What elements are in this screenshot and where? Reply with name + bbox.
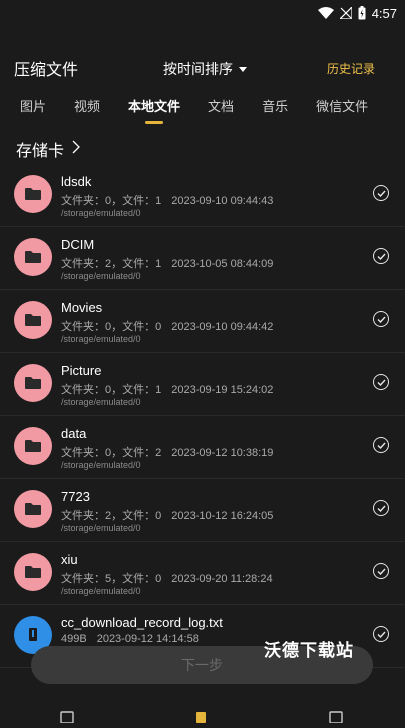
file-name: xiu (61, 552, 78, 567)
check-icon (377, 631, 386, 638)
file-size: 499B (61, 633, 87, 645)
breadcrumb-label: 存储卡 (16, 143, 65, 160)
file-counts: 文件夹：0，文件：1 (61, 195, 162, 207)
file-meta: 499B 2023-09-12 14:14:58 (61, 633, 199, 645)
battery-icon (358, 6, 366, 20)
signal-off-icon (339, 7, 352, 19)
caret-down-icon (239, 66, 247, 72)
file-meta: 文件夹：0，文件：2 2023-09-12 10:38:19 (61, 444, 273, 460)
file-meta: 文件夹：2，文件：0 2023-10-12 16:24:05 (61, 507, 273, 523)
file-meta: 文件夹：2，文件：1 2023-10-05 08:44:09 (61, 255, 273, 271)
folder-icon (14, 553, 52, 591)
file-date: 2023-09-20 11:28:24 (171, 573, 273, 585)
folder-icon (14, 364, 52, 402)
file-path: /storage/emulated/0 (61, 397, 141, 407)
file-date: 2023-09-19 15:24:02 (171, 384, 274, 396)
check-icon (377, 253, 386, 260)
document-icon[interactable] (60, 710, 76, 724)
list-item[interactable]: Picture 文件夹：0，文件：1 2023-09-19 15:24:02 /s… (0, 353, 405, 416)
folder-icon (14, 301, 52, 339)
tab-wechat-files[interactable]: 微信文件 (302, 96, 382, 126)
file-counts: 文件夹：0，文件：0 (61, 321, 162, 333)
sort-dropdown[interactable]: 按时间排序 (163, 59, 247, 79)
file-counts: 文件夹：5，文件：0 (61, 573, 162, 585)
file-counts: 文件夹：2，文件：1 (61, 258, 162, 270)
list-item[interactable]: ldsdk 文件夹：0，文件：1 2023-09-10 09:44:43 /sto… (0, 164, 405, 227)
file-path: /storage/emulated/0 (61, 586, 141, 596)
select-checkbox[interactable] (373, 185, 389, 201)
file-meta: 文件夹：0，文件：0 2023-09-10 09:44:42 (61, 318, 273, 334)
file-date: 2023-09-12 14:14:58 (96, 633, 199, 645)
folder-icon (14, 238, 52, 276)
select-checkbox[interactable] (373, 248, 389, 264)
list-item[interactable]: 7723 文件夹：2，文件：0 2023-10-12 16:24:05 /stor… (0, 479, 405, 542)
file-counts: 文件夹：0，文件：1 (61, 384, 162, 396)
file-name: cc_download_record_log.txt (61, 615, 223, 630)
breadcrumb[interactable]: 存储卡 (16, 137, 80, 161)
file-path: /storage/emulated/0 (61, 271, 141, 281)
file-name: Picture (61, 363, 102, 378)
sort-label: 按时间排序 (163, 61, 233, 77)
file-meta: 文件夹：5，文件：0 2023-09-20 11:28:24 (61, 570, 273, 586)
file-date: 2023-09-10 09:44:42 (171, 321, 274, 333)
list-item[interactable]: DCIM 文件夹：2，文件：1 2023-10-05 08:44:09 /stor… (0, 227, 405, 290)
history-button[interactable]: 历史记录 (327, 60, 375, 77)
file-date: 2023-10-05 08:44:09 (171, 258, 274, 270)
watermark-text: 沃德下载站 (264, 641, 354, 660)
file-date: 2023-09-10 09:44:43 (171, 195, 274, 207)
file-date: 2023-10-12 16:24:05 (171, 510, 274, 522)
chevron-right-icon (72, 140, 80, 159)
file-path: /storage/emulated/0 (61, 208, 141, 218)
list-item[interactable]: xiu 文件夹：5，文件：0 2023-09-20 11:28:24 /stora… (0, 542, 405, 605)
file-path: /storage/emulated/0 (61, 523, 141, 533)
check-icon (377, 442, 386, 449)
list-item[interactable]: Movies 文件夹：0，文件：0 2023-09-10 09:44:42 /st… (0, 290, 405, 353)
select-checkbox[interactable] (373, 311, 389, 327)
check-icon (377, 190, 386, 197)
file-name: data (61, 426, 87, 441)
tab-documents[interactable]: 文档 (194, 96, 248, 126)
tab-music[interactable]: 音乐 (248, 96, 302, 126)
header: 压缩文件 按时间排序 历史记录 (0, 52, 405, 84)
file-name: DCIM (61, 237, 95, 252)
folder-icon (14, 175, 52, 213)
file-meta: 文件夹：0，文件：1 2023-09-10 09:44:43 (61, 192, 273, 208)
file-counts: 文件夹：2，文件：0 (61, 510, 162, 522)
page-title: 压缩文件 (14, 62, 79, 79)
tab-bar: 图片 视频 本地文件 文档 音乐 微信文件 (0, 96, 405, 126)
file-list: ldsdk 文件夹：0，文件：1 2023-09-10 09:44:43 /sto… (0, 164, 405, 668)
folder-icon (14, 490, 52, 528)
select-checkbox[interactable] (373, 437, 389, 453)
file-date: 2023-09-12 10:38:19 (171, 447, 274, 459)
bottom-nav (0, 706, 405, 724)
file-name: 7723 (61, 489, 90, 504)
tab-local-files[interactable]: 本地文件 (114, 96, 194, 126)
check-icon (377, 505, 386, 512)
select-checkbox[interactable] (373, 500, 389, 516)
tab-videos[interactable]: 视频 (60, 96, 114, 126)
file-counts: 文件夹：0，文件：2 (61, 447, 162, 459)
file-name: Movies (61, 300, 103, 315)
status-time: 4:57 (371, 5, 397, 21)
file-path: /storage/emulated/0 (61, 334, 141, 344)
select-checkbox[interactable] (373, 563, 389, 579)
tab-images[interactable]: 图片 (6, 96, 60, 126)
folder-icon (14, 427, 52, 465)
select-checkbox[interactable] (373, 626, 389, 642)
profile-icon[interactable] (329, 710, 345, 724)
archive-icon[interactable] (195, 710, 211, 723)
wifi-icon (317, 7, 334, 19)
file-name: ldsdk (61, 174, 92, 189)
file-path: /storage/emulated/0 (61, 460, 141, 470)
list-item[interactable]: data 文件夹：0，文件：2 2023-09-12 10:38:19 /stor… (0, 416, 405, 479)
check-icon (377, 379, 386, 386)
status-bar: 4:57 (0, 0, 405, 26)
check-icon (377, 568, 386, 575)
check-icon (377, 316, 386, 323)
file-meta: 文件夹：0，文件：1 2023-09-19 15:24:02 (61, 381, 273, 397)
select-checkbox[interactable] (373, 374, 389, 390)
